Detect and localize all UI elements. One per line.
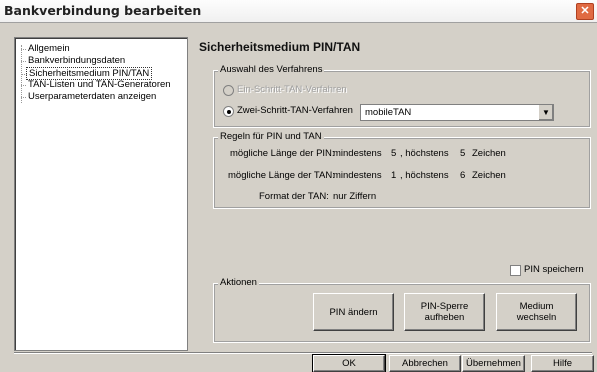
regeln-group-label: Regeln für PIN und TAN [218,131,324,142]
pin-aendern-button[interactable]: PIN ändern [313,293,394,331]
dropdown-value: mobileTAN [365,107,412,118]
tree-item-allgemein[interactable]: Allgemein [21,43,72,54]
settings-tree[interactable]: Allgemein Bankverbindungsdaten Sicherhei… [14,37,188,351]
tan-max-label: , höchstens [400,170,449,181]
tan-unit: Zeichen [472,170,506,181]
tan-min-value: 1 [391,170,397,181]
tan-verfahren-dropdown[interactable]: mobileTAN ▼ [360,104,554,121]
tree-item-userparameterdaten[interactable]: Userparameterdaten anzeigen [20,91,158,102]
cancel-button[interactable]: Abbrechen [389,355,461,372]
pin-min-value: 5 [391,148,397,159]
window-title: Bankverbindung bearbeiten [4,3,202,18]
tree-item-bankverbindungsdaten[interactable]: Bankverbindungsdaten [20,55,127,66]
pin-length-label: mögliche Länge der PIN: [230,148,335,159]
tan-format-value: nur Ziffern [333,191,377,202]
aktionen-group-label: Aktionen [218,277,259,288]
tan-length-label: mögliche Länge der TAN: [228,170,335,181]
apply-button[interactable]: Übernehmen [462,355,525,372]
close-icon[interactable]: ✕ [576,3,594,20]
pin-sperre-aufheben-button[interactable]: PIN-Sperre aufheben [404,293,485,331]
ok-button[interactable]: OK [312,354,386,372]
pin-max-label: , höchstens [400,148,449,159]
pin-speichern-checkbox[interactable] [510,265,521,276]
chevron-down-icon[interactable]: ▼ [538,105,553,120]
tan-min-label: mindestens [333,170,382,181]
verfahren-group-label: Auswahl des Verfahrens [218,64,325,75]
pin-max-value: 5 [460,148,466,159]
pin-speichern-label[interactable]: PIN speichern [524,264,584,275]
pin-min-label: mindestens [333,148,382,159]
medium-wechseln-button[interactable]: Medium wechseln [496,293,577,331]
tan-max-value: 6 [460,170,466,181]
page-title: Sicherheitsmedium PIN/TAN [199,40,361,54]
radio-ein-schritt-label: Ein-Schritt-TAN-Verfahren [237,84,347,95]
tree-item-tan-listen[interactable]: TAN-Listen und TAN-Generatoren [21,79,173,90]
pin-unit: Zeichen [472,148,506,159]
tan-format-label: Format der TAN: [259,191,329,202]
title-bar[interactable]: Bankverbindung bearbeiten ✕ [0,0,597,23]
radio-zwei-schritt-label[interactable]: Zwei-Schritt-TAN-Verfahren [237,105,353,116]
help-button[interactable]: Hilfe [531,355,594,372]
radio-ein-schritt [223,85,234,96]
footer-separator [14,352,592,354]
radio-zwei-schritt[interactable] [223,106,234,117]
